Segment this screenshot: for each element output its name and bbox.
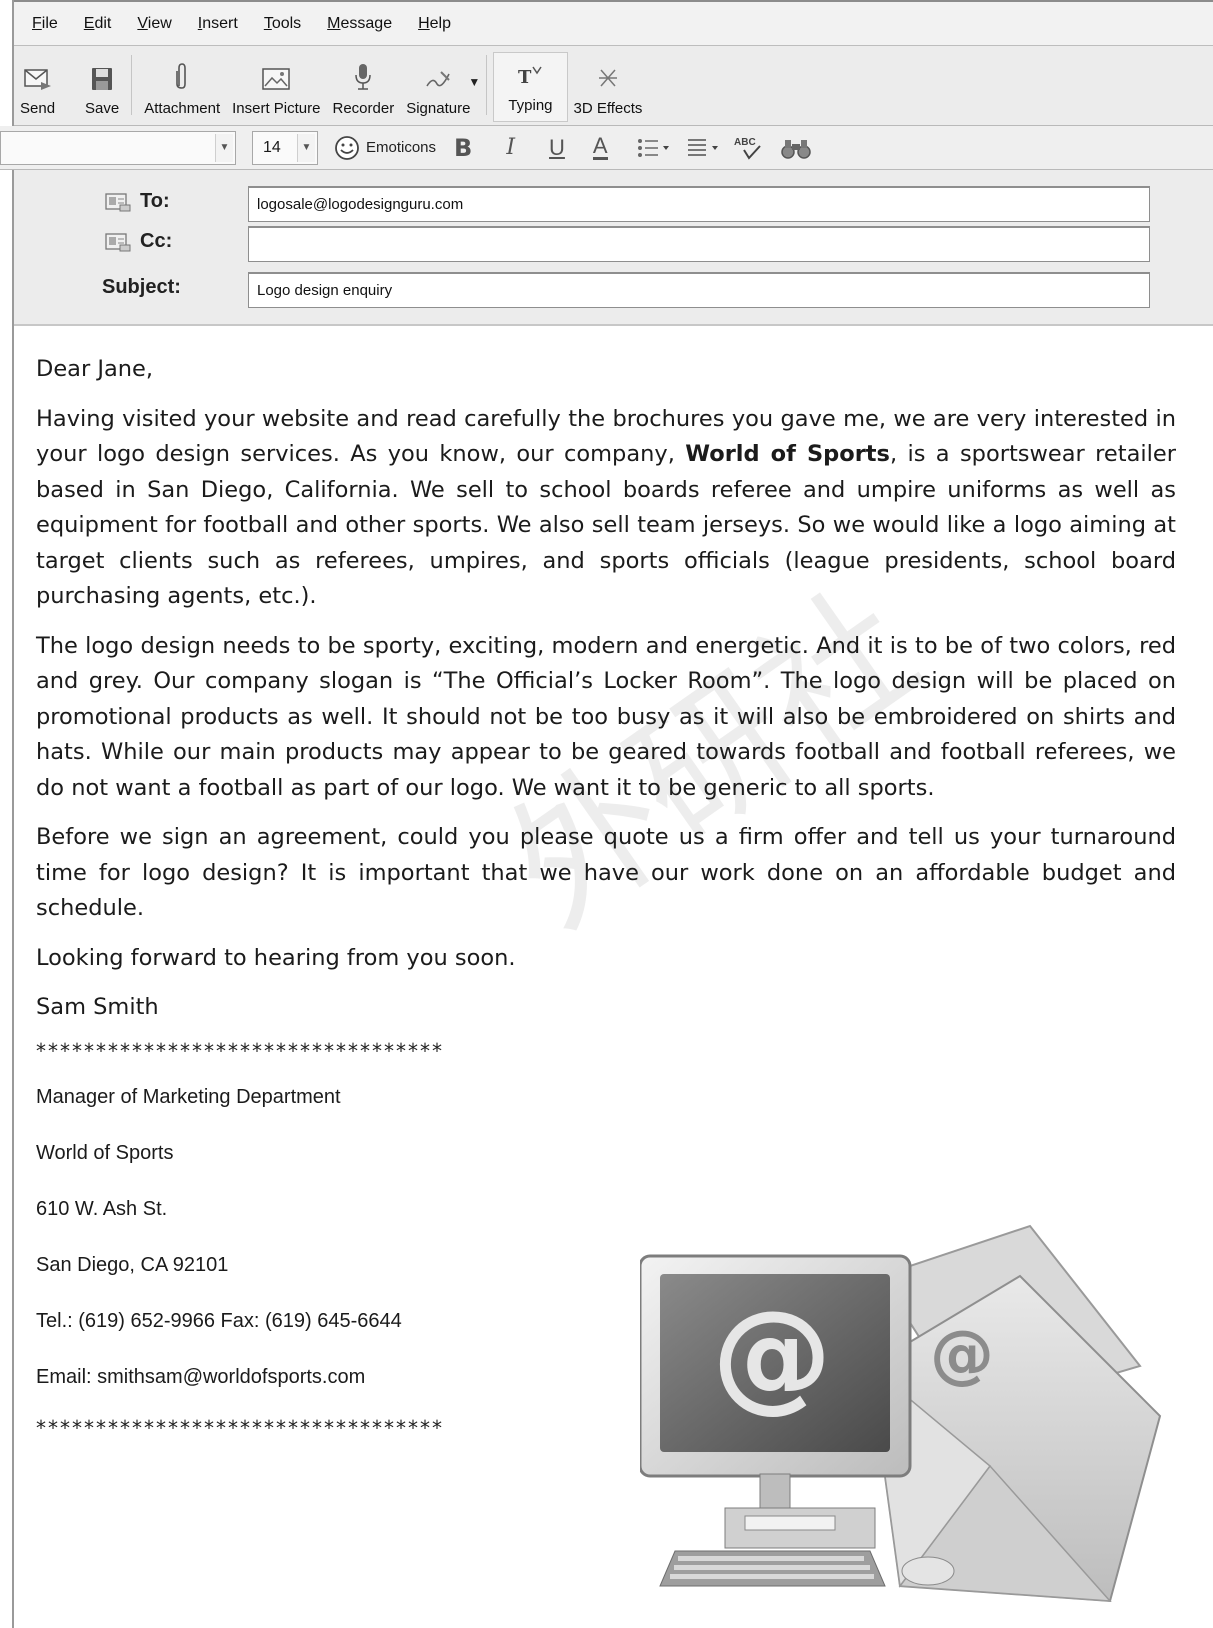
font-size-value: 14 (263, 138, 281, 156)
toolbar-separator (486, 55, 488, 115)
sender-name: Sam Smith (36, 994, 159, 1020)
body-paragraph-2: The logo design needs to be sporty, exci… (36, 632, 1176, 801)
picture-icon (262, 68, 291, 90)
menu-edit[interactable]: Edit (84, 15, 112, 33)
signature-dropdown-icon[interactable]: ▼ (468, 75, 480, 89)
send-button[interactable]: Send (14, 53, 61, 125)
emoticons-button[interactable]: Emoticons (334, 135, 436, 161)
smiley-icon (335, 135, 359, 160)
greeting: Dear Jane, (36, 356, 154, 382)
signature-label: Signature (406, 100, 471, 117)
menu-help[interactable]: Help (418, 15, 451, 33)
send-label: Send (20, 100, 56, 117)
menu-insert[interactable]: Insert (198, 15, 238, 33)
emoticons-label: Emoticons (366, 139, 437, 156)
signature-company: World of Sports (36, 1141, 174, 1164)
attachment-button[interactable]: Attachment (138, 53, 226, 125)
3d-effects-icon (598, 69, 617, 87)
message-header: To: logosale@logodesignguru.com Cc: Subj… (14, 170, 1213, 326)
send-icon (23, 69, 51, 90)
font-size-select[interactable]: 14 ▼ (252, 130, 318, 165)
body-paragraph-3: Before we sign an agreement, could you p… (36, 824, 1176, 921)
insert-picture-button[interactable]: Insert Picture (226, 53, 326, 125)
address-book-icon (105, 232, 131, 251)
toolbar: Send Save Attachment Insert Picture Reco… (14, 46, 1213, 126)
mouse-icon (901, 1556, 955, 1586)
insert-picture-label: Insert Picture (232, 100, 321, 117)
paperclip-icon (176, 63, 186, 89)
align-icon (687, 138, 718, 156)
menu-message[interactable]: Message (327, 15, 392, 33)
envelope-icon: @ (868, 1224, 1162, 1603)
cc-field[interactable] (248, 226, 1150, 262)
menu-file[interactable]: File (32, 15, 58, 33)
company-name-bold: World of Sports (685, 441, 890, 467)
bullet-list-icon (637, 138, 669, 157)
recorder-label: Recorder (332, 100, 395, 117)
microphone-icon (355, 64, 372, 90)
typing-icon: T (518, 66, 543, 88)
toolbar-separator (131, 55, 133, 115)
typing-label: Typing (508, 97, 553, 114)
signature-divider-top: ********************************** (36, 1038, 444, 1063)
subject-row: Subject: Logo design enquiry (14, 270, 1213, 310)
svg-text:ABC: ABC (734, 137, 756, 148)
monitor-at-symbol: @ (712, 1286, 832, 1425)
binoculars-icon (780, 139, 811, 159)
typing-button[interactable]: T Typing (493, 52, 568, 122)
menu-view[interactable]: View (137, 15, 171, 33)
to-label: To: (140, 190, 170, 212)
signature-button[interactable]: Signature (400, 53, 476, 125)
3d-effects-label: 3D Effects (573, 100, 643, 117)
save-label: Save (85, 100, 120, 117)
recorder-button[interactable]: Recorder (327, 53, 401, 125)
italic-button[interactable]: I (506, 135, 515, 160)
font-color-button[interactable]: A (592, 135, 608, 160)
align-button[interactable] (686, 136, 722, 160)
svg-text:T: T (518, 67, 532, 88)
to-row: To: logosale@logodesignguru.com (14, 184, 1213, 224)
bold-button[interactable]: B (454, 134, 472, 162)
chevron-down-icon[interactable]: ▼ (297, 133, 315, 162)
find-button[interactable] (780, 136, 812, 160)
3d-effects-button[interactable]: 3D Effects (568, 53, 649, 125)
bullet-list-button[interactable] (636, 136, 672, 160)
save-button[interactable]: Save (79, 53, 125, 125)
address-book-icon (105, 192, 131, 211)
keyboard-icon (670, 1556, 874, 1579)
underline-button[interactable]: U (549, 135, 565, 161)
body-paragraph-1: Having visited your website and read car… (36, 405, 1176, 610)
subject-field[interactable]: Logo design enquiry (248, 272, 1150, 308)
attachment-label: Attachment (144, 100, 221, 117)
spell-check-icon: ABC (734, 137, 761, 160)
save-icon (92, 68, 113, 90)
closing-line: Looking forward to hearing from you soon… (36, 944, 516, 971)
cc-label-group[interactable]: Cc: (104, 230, 172, 253)
spell-check-button[interactable]: ABC (732, 134, 766, 162)
window-left-border (0, 0, 14, 1628)
menu-tools[interactable]: Tools (264, 15, 301, 33)
cc-label: Cc: (140, 230, 173, 252)
chevron-down-icon[interactable]: ▼ (215, 133, 233, 162)
signature-pen-icon (426, 71, 451, 87)
to-label-group[interactable]: To: (104, 190, 170, 213)
menu-bar: File Edit View Insert Tools Message Help (14, 2, 1213, 46)
formatting-bar: ▼ 14 ▼ Emoticons B I U A ABC (0, 126, 1213, 170)
computer-email-illustration: @ @ (640, 1224, 1162, 1603)
to-field[interactable]: logosale@logodesignguru.com (248, 186, 1150, 222)
font-family-select[interactable]: ▼ (0, 130, 236, 165)
envelope-at-symbol: @ (930, 1318, 994, 1392)
subject-label: Subject: (102, 276, 181, 298)
signature-title: Manager of Marketing Department (36, 1085, 341, 1108)
cc-row: Cc: (14, 224, 1213, 264)
